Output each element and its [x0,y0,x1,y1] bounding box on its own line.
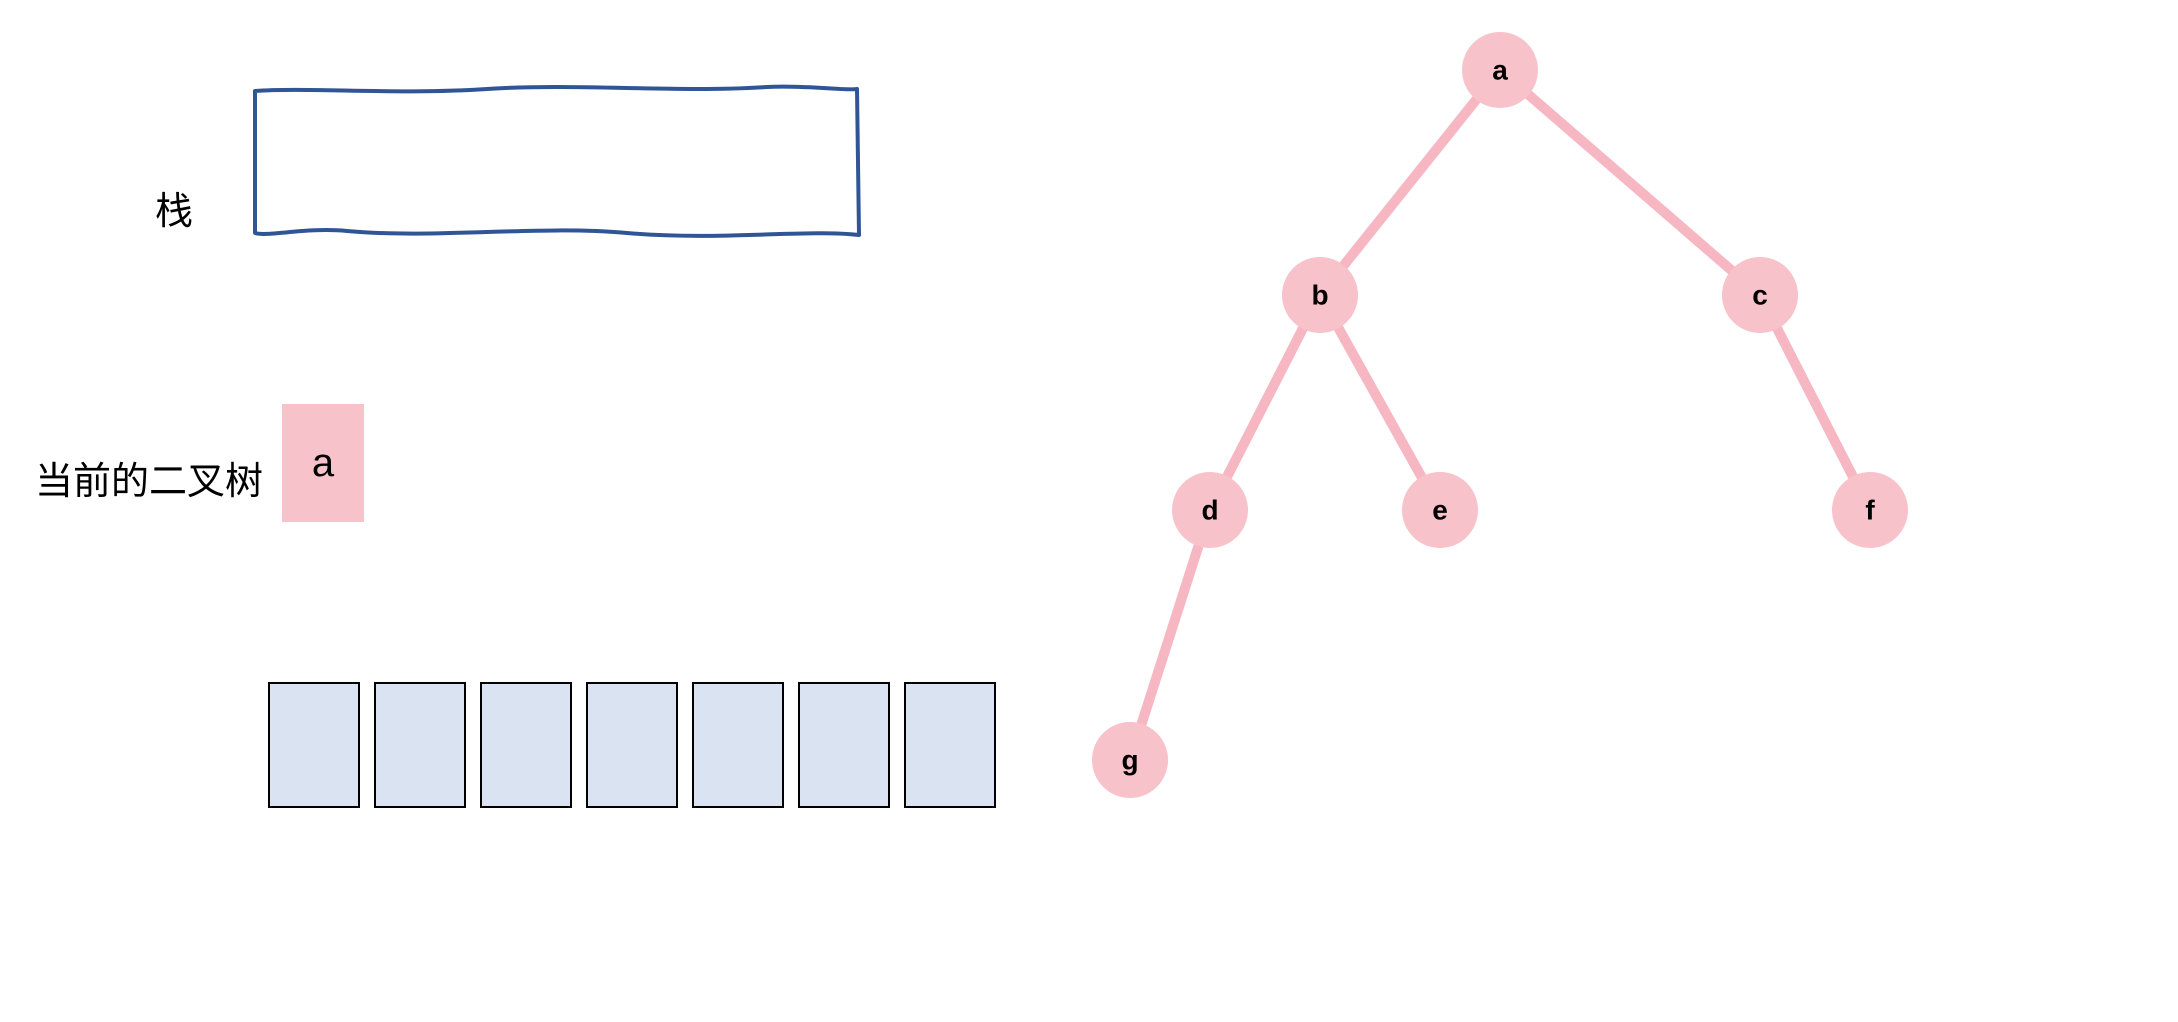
tree-edge [1142,546,1199,724]
tree-edge [1227,329,1302,476]
tree-node-label: d [1201,495,1218,526]
tree-node-label: f [1865,495,1875,526]
tree-node-label: b [1311,280,1328,311]
binary-tree: a b c d e f g [1110,20,1980,840]
tree-node-a: a [1462,32,1538,108]
tree-node-e: e [1402,472,1478,548]
output-cell [268,682,360,808]
tree-edge [1777,329,1852,476]
tree-edge [1344,100,1477,266]
tree-node-label: g [1121,745,1138,776]
tree-edge [1529,95,1732,270]
tree-node-f: f [1832,472,1908,548]
tree-node-d: d [1172,472,1248,548]
current-node-box: a [282,404,364,522]
tree-node-g: g [1092,722,1168,798]
output-row [268,682,996,808]
tree-node-label: e [1432,495,1448,526]
output-cell [586,682,678,808]
tree-node-label: c [1752,280,1768,311]
current-node-value: a [312,441,334,486]
tree-node-label: a [1492,55,1508,86]
tree-edge [1339,328,1422,477]
output-cell [904,682,996,808]
output-cell [692,682,784,808]
current-tree-label: 当前的二叉树 [35,450,263,505]
output-cell [480,682,572,808]
stack-box [247,77,867,257]
output-cell [798,682,890,808]
tree-node-b: b [1282,257,1358,333]
output-cell [374,682,466,808]
stack-label: 栈 [155,180,193,235]
tree-node-c: c [1722,257,1798,333]
